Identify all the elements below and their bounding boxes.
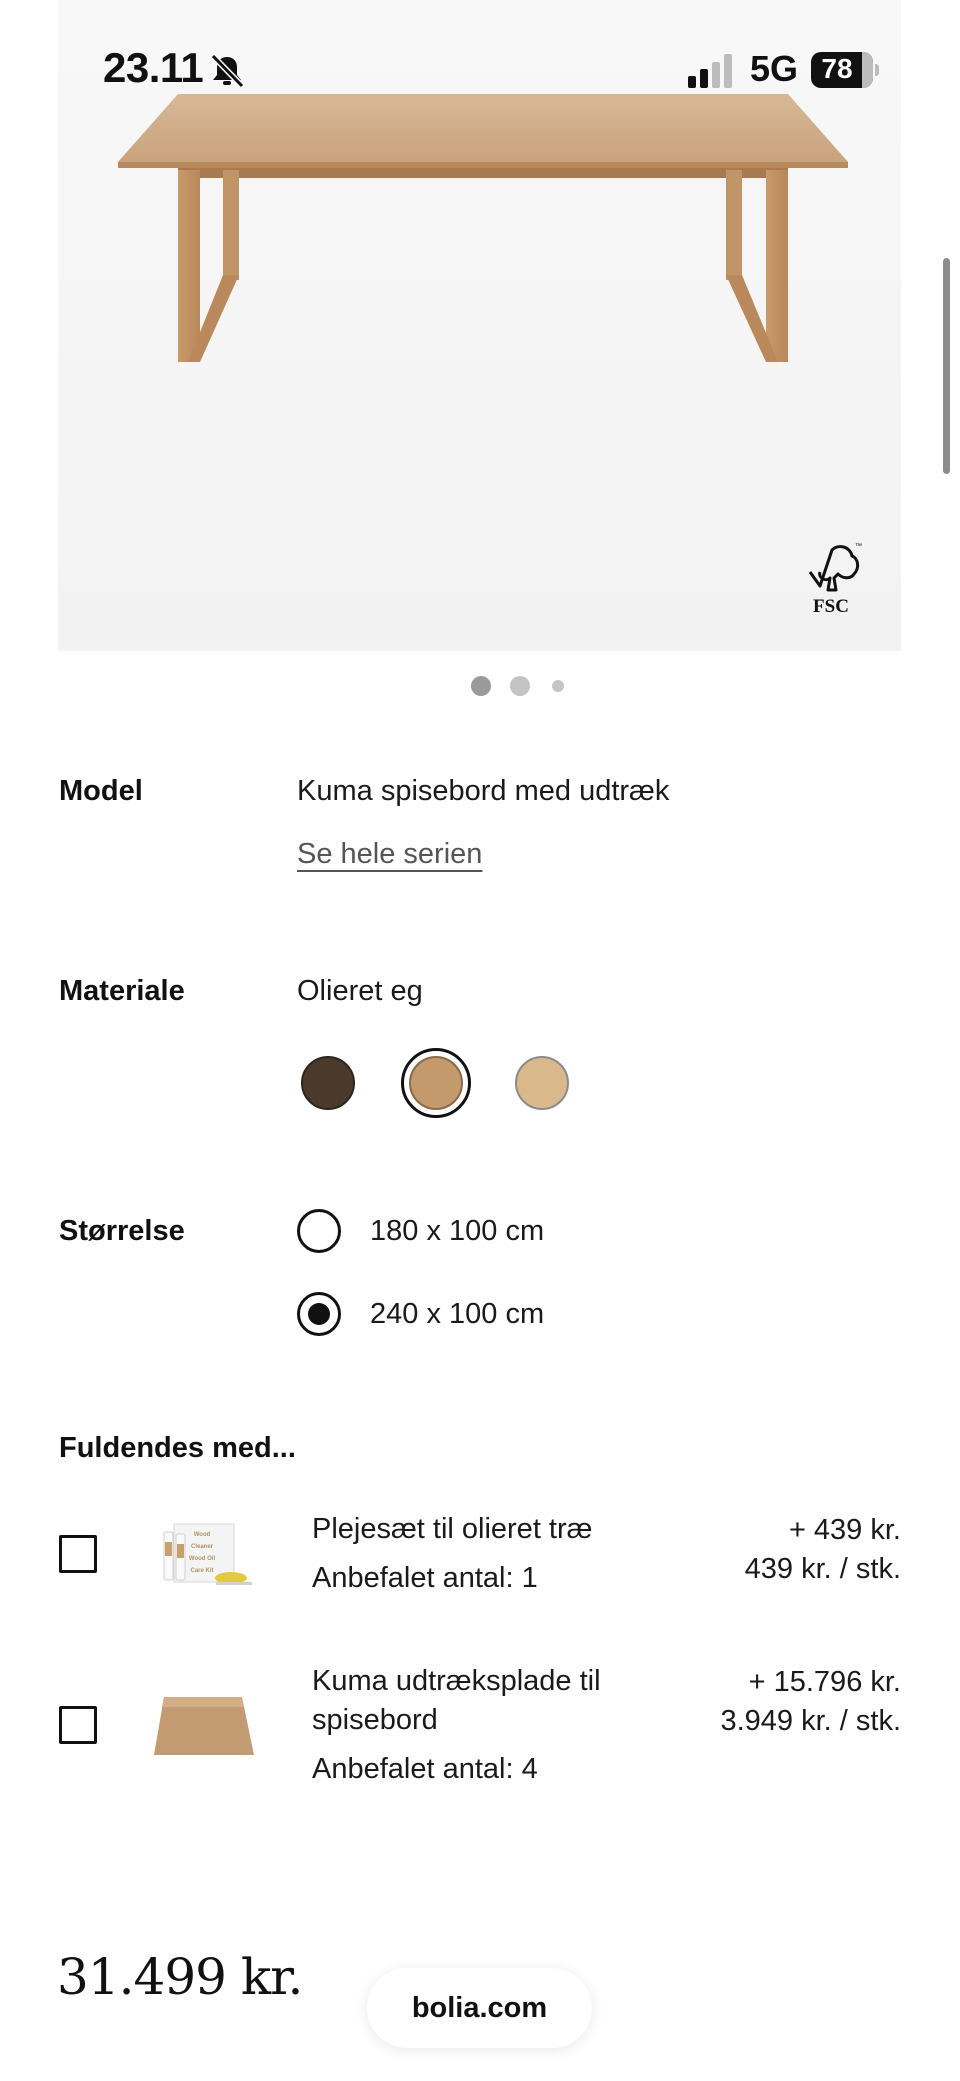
accessory-name-extension-plate[interactable]: Kuma udtræksplade til spisebord (312, 1662, 672, 1740)
accessory-unit-price-care-kit: 439 kr. / stk. (744, 1553, 901, 1585)
accessory-total-extension-plate: + 15.796 kr. (748, 1666, 901, 1698)
battery-icon: 78 (811, 52, 879, 88)
size-option-180-label[interactable]: 180 x 100 cm (370, 1215, 544, 1248)
model-label: Model (59, 775, 143, 807)
svg-text:Wood: Wood (194, 1532, 211, 1538)
product-image[interactable]: ™ FSC (58, 0, 901, 651)
svg-text:FSC: FSC (813, 596, 849, 616)
size-radio-240[interactable] (297, 1292, 341, 1336)
carousel-dot-1[interactable] (471, 676, 491, 696)
radio-selected-dot (308, 1303, 330, 1325)
see-series-link[interactable]: Se hele serien (297, 838, 482, 871)
table-image (118, 94, 848, 362)
material-label: Materiale (59, 975, 185, 1007)
svg-text:Wood Oil: Wood Oil (189, 1556, 216, 1562)
status-time: 23.11 (103, 44, 204, 91)
care-kit-thumbnail: Wood Cleaner Wood Oil Care Kit (163, 1523, 252, 1585)
svg-text:Care Kit: Care Kit (190, 1568, 213, 1574)
accessory-checkbox-care-kit[interactable] (59, 1535, 97, 1573)
accessory-checkbox-extension-plate[interactable] (59, 1706, 97, 1744)
carousel-dot-2[interactable] (510, 676, 530, 696)
accessory-total-care-kit: + 439 kr. (788, 1514, 901, 1546)
complete-with-title: Fuldendes med... (59, 1432, 296, 1464)
model-name: Kuma spisebord med udtræk (297, 775, 670, 807)
accessory-qty-care-kit: Anbefalet antal: 1 (312, 1562, 538, 1594)
bell-slash-icon (210, 53, 245, 89)
size-radio-180[interactable] (297, 1209, 341, 1253)
scrollbar[interactable] (943, 258, 950, 474)
accessory-name-care-kit[interactable]: Plejesæt til olieret træ (312, 1510, 672, 1549)
swatch-light-oak[interactable] (515, 1056, 569, 1110)
network-label: 5G (750, 48, 799, 89)
extension-plate-thumbnail (154, 1697, 254, 1755)
svg-text:Cleaner: Cleaner (191, 1544, 214, 1550)
material-value: Olieret eg (297, 975, 423, 1007)
carousel-dots (0, 676, 960, 696)
signal-icon (688, 54, 732, 88)
accessory-qty-extension-plate: Anbefalet antal: 4 (312, 1753, 538, 1785)
size-label: Størrelse (59, 1215, 185, 1247)
accessory-unit-price-extension-plate: 3.949 kr. / stk. (720, 1705, 901, 1737)
size-option-240-label[interactable]: 240 x 100 cm (370, 1298, 544, 1331)
svg-text:™: ™ (855, 543, 862, 550)
swatch-oiled-oak[interactable] (409, 1056, 463, 1110)
browser-url-bar[interactable]: bolia.com (367, 1968, 592, 2048)
swatch-dark-oak[interactable] (301, 1056, 355, 1110)
battery-level: 78 (821, 53, 853, 84)
carousel-dot-3[interactable] (552, 680, 564, 692)
total-price: 31.499 kr. (57, 1948, 303, 2006)
fsc-logo: ™ FSC (808, 543, 862, 616)
